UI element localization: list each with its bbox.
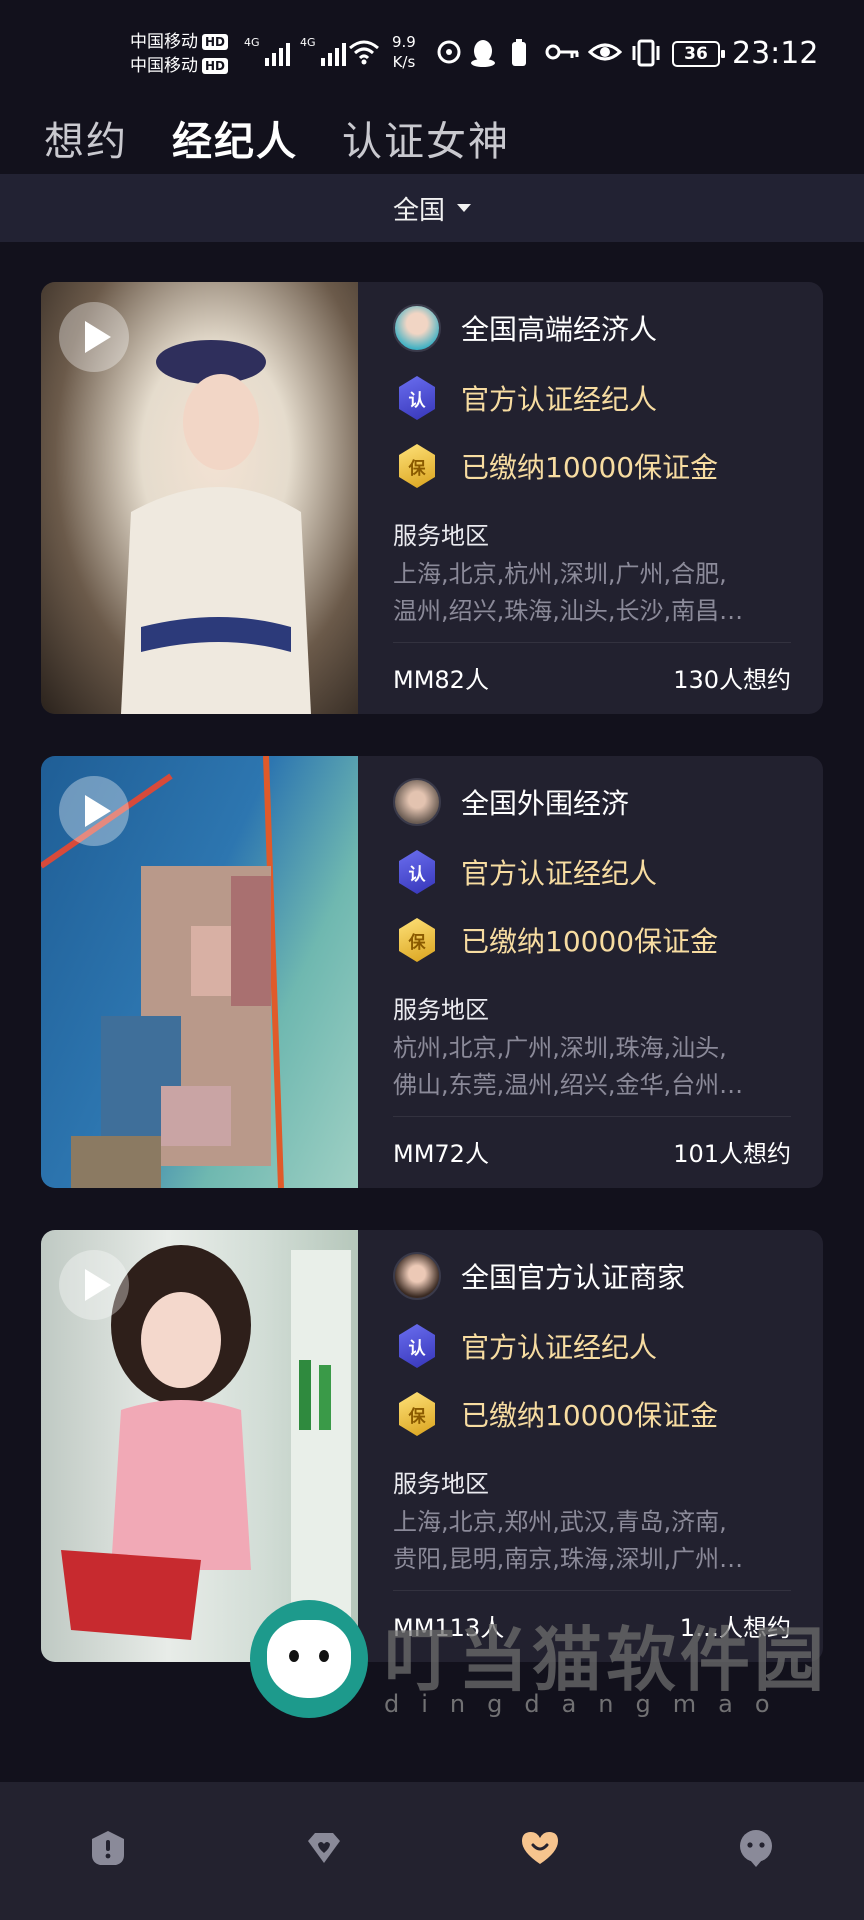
carrier-info: 中国移动 HD 中国移动 HD xyxy=(130,30,229,78)
member-count: MM72人 xyxy=(393,1140,489,1168)
deposit-row: 保 已缴纳10000保证金 xyxy=(393,918,718,962)
key-icon xyxy=(544,38,580,73)
watermark-dog-logo-icon xyxy=(250,1600,368,1718)
agent-info: 全国官方认证商家 认 官方认证经纪人 保 已缴纳10000保证金 服务地区 上海… xyxy=(393,1230,791,1662)
heart-gem-icon xyxy=(308,1833,340,1863)
carrier-name-2: 中国移动 xyxy=(130,56,198,76)
heart-icon xyxy=(522,1832,558,1864)
agent-title-row: 全国外围经济 xyxy=(393,778,629,826)
alert-shield-icon xyxy=(92,1831,124,1865)
service-area-list: 杭州,北京,广州,深圳,珠海,汕头, 佛山,东莞,温州,绍兴,金华,台州… xyxy=(393,1034,744,1099)
agent-photo[interactable] xyxy=(41,1230,358,1662)
deposit-label: 已缴纳10000保证金 xyxy=(461,925,719,958)
deposit-badge-icon: 保 xyxy=(399,444,435,488)
avatar[interactable] xyxy=(393,304,441,352)
deposit-row: 保 已缴纳10000保证金 xyxy=(393,1392,718,1436)
verified-badge-icon: 认 xyxy=(399,850,435,894)
play-icon[interactable] xyxy=(59,776,129,846)
deposit-badge-icon: 保 xyxy=(399,918,435,962)
eye-icon xyxy=(587,38,623,73)
agent-title: 全国外围经济 xyxy=(461,787,630,820)
card-stats: MM72人 101人想约 xyxy=(393,1134,791,1169)
play-icon[interactable] xyxy=(59,1250,129,1320)
agent-info: 全国外围经济 认 官方认证经纪人 保 已缴纳10000保证金 服务地区 杭州,北… xyxy=(393,756,791,1188)
dropdown-caret-icon xyxy=(457,204,471,212)
verified-label: 官方认证经纪人 xyxy=(461,1331,658,1364)
tab-certified[interactable]: 认证女神 xyxy=(342,109,510,167)
status-bar: 中国移动 HD 中国移动 HD 4G 4G 9.9 K/s 36 23:12 xyxy=(0,0,864,104)
verified-row: 认 官方认证经纪人 xyxy=(393,376,657,420)
carrier-name-1: 中国移动 xyxy=(130,32,198,52)
service-area-list: 上海,北京,郑州,武汉,青岛,济南, 贵阳,昆明,南京,珠海,深圳,广州… xyxy=(393,1508,744,1573)
deposit-row: 保 已缴纳10000保证金 xyxy=(393,444,718,488)
verified-label: 官方认证经纪人 xyxy=(461,383,658,416)
tab-xiangyue[interactable]: 想约 xyxy=(44,109,128,167)
avatar[interactable] xyxy=(393,778,441,826)
service-area-list: 上海,北京,杭州,深圳,广州,合肥, 温州,绍兴,珠海,汕头,长沙,南昌… xyxy=(393,560,744,625)
bottom-nav xyxy=(0,1782,864,1920)
hd-badge: HD xyxy=(202,58,229,74)
service-area-label: 服务地区 xyxy=(393,522,489,550)
watermark-en: dingdangmao xyxy=(384,1690,792,1718)
service-area-label: 服务地区 xyxy=(393,996,489,1024)
divider xyxy=(393,642,791,643)
agent-card[interactable]: 全国官方认证商家 认 官方认证经纪人 保 已缴纳10000保证金 服务地区 上海… xyxy=(41,1230,823,1662)
signal-icon: 4G xyxy=(300,36,346,66)
member-count: MM82人 xyxy=(393,666,489,694)
signal-icon: 4G xyxy=(244,36,290,66)
verified-badge-icon: 认 xyxy=(399,1324,435,1368)
tab-agents[interactable]: 经纪人 xyxy=(172,109,298,167)
verified-row: 认 官方认证经纪人 xyxy=(393,1324,657,1368)
chat-face-icon xyxy=(740,1830,772,1867)
want-count: 130人想约 xyxy=(673,666,791,694)
agent-title: 全国官方认证商家 xyxy=(461,1261,686,1294)
service-area-label: 服务地区 xyxy=(393,1470,489,1498)
sync-icon xyxy=(436,38,462,73)
verified-row: 认 官方认证经纪人 xyxy=(393,850,657,894)
agent-title-row: 全国高端经济人 xyxy=(393,304,657,352)
top-tabs: 想约 经纪人 认证女神 xyxy=(44,104,510,172)
verified-label: 官方认证经纪人 xyxy=(461,857,658,890)
nav-item-messages[interactable] xyxy=(734,1826,778,1870)
want-count: 101人想约 xyxy=(673,1140,791,1168)
watermark: 叮当猫软件园 dingdangmao xyxy=(250,1600,830,1720)
agent-card[interactable]: 全国外围经济 认 官方认证经纪人 保 已缴纳10000保证金 服务地区 杭州,北… xyxy=(41,756,823,1188)
deposit-label: 已缴纳10000保证金 xyxy=(461,451,719,484)
divider xyxy=(393,1116,791,1117)
card-stats: MM82人 130人想约 xyxy=(393,660,791,695)
divider xyxy=(393,1590,791,1591)
nav-item-discover[interactable] xyxy=(302,1826,346,1870)
battery-saver-icon xyxy=(510,38,528,75)
agent-card[interactable]: 全国高端经济人 认 官方认证经纪人 保 已缴纳10000保证金 服务地区 上海,… xyxy=(41,282,823,714)
clock: 23:12 xyxy=(732,36,819,71)
nav-item-alert[interactable] xyxy=(86,1826,130,1870)
qq-icon xyxy=(470,38,496,75)
deposit-label: 已缴纳10000保证金 xyxy=(461,1399,719,1432)
vibrate-icon xyxy=(630,38,662,75)
avatar[interactable] xyxy=(393,1252,441,1300)
net-speed: 9.9 K/s xyxy=(392,33,416,71)
agent-title: 全国高端经济人 xyxy=(461,313,658,346)
deposit-badge-icon: 保 xyxy=(399,1392,435,1436)
battery-icon: 36 xyxy=(672,41,725,67)
verified-badge-icon: 认 xyxy=(399,376,435,420)
agent-photo[interactable] xyxy=(41,282,358,714)
agent-title-row: 全国官方认证商家 xyxy=(393,1252,685,1300)
play-icon[interactable] xyxy=(59,302,129,372)
agent-info: 全国高端经济人 认 官方认证经纪人 保 已缴纳10000保证金 服务地区 上海,… xyxy=(393,282,791,714)
wifi-icon xyxy=(348,38,380,73)
region-label: 全国 xyxy=(392,195,445,226)
agent-photo[interactable] xyxy=(41,756,358,1188)
nav-item-favorites[interactable] xyxy=(518,1826,562,1870)
hd-badge: HD xyxy=(202,34,229,50)
region-filter[interactable]: 全国 xyxy=(0,174,864,242)
